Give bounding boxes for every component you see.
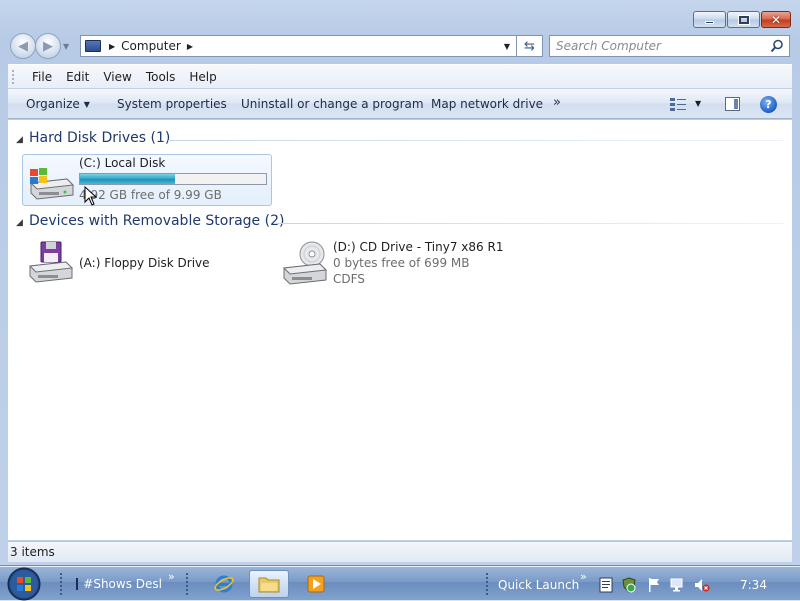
breadcrumb-computer[interactable]: Computer: [121, 39, 181, 53]
menu-view[interactable]: View: [96, 70, 138, 84]
menu-help[interactable]: Help: [182, 70, 223, 84]
menu-tools[interactable]: Tools: [139, 70, 183, 84]
minimize-button[interactable]: [693, 11, 726, 28]
group-header-removable[interactable]: ◢ Devices with Removable Storage (2): [8, 213, 784, 233]
taskbar-task-shows-desktop[interactable]: #Shows Desl: [76, 571, 162, 597]
drive-file-system: CDFS: [333, 272, 365, 286]
collapse-triangle-icon[interactable]: ◢: [16, 135, 23, 145]
drive-free-space: 0 bytes free of 699 MB: [333, 256, 470, 270]
breadcrumb-chevron-icon[interactable]: ▶: [187, 42, 193, 51]
breadcrumb-chevron-icon[interactable]: ▶: [109, 42, 115, 51]
refresh-button[interactable]: ⇆: [517, 35, 543, 57]
drive-name: (A:) Floppy Disk Drive: [79, 256, 210, 270]
mouse-cursor-icon: [84, 186, 98, 206]
group-divider: [168, 140, 784, 141]
refresh-icon: ⇆: [524, 38, 535, 54]
media-player-icon: [307, 575, 325, 593]
drive-a-tile[interactable]: (A:) Floppy Disk Drive: [22, 238, 272, 288]
content-area: ◢ Hard Disk Drives (1) (C:) Local Disk 4…: [8, 120, 792, 540]
organize-button[interactable]: Organize ▼: [26, 97, 90, 111]
change-view-icon[interactable]: [670, 98, 686, 111]
folder-icon: [258, 577, 280, 593]
navigation-buttons: ◀ ▶ ▼: [10, 33, 69, 59]
back-button[interactable]: ◀: [10, 33, 36, 59]
overflow-chevron-icon[interactable]: »: [168, 570, 175, 583]
recent-pages-dropdown[interactable]: ▼: [63, 42, 69, 51]
drive-name: (C:) Local Disk: [79, 156, 166, 170]
task-label: #Shows Desl: [83, 577, 162, 591]
chevron-down-icon: ▼: [83, 100, 90, 109]
computer-icon: [85, 40, 101, 52]
collapse-triangle-icon[interactable]: ◢: [16, 218, 23, 228]
start-button[interactable]: [4, 567, 44, 601]
command-bar: Organize ▼ System properties Uninstall or…: [8, 88, 792, 119]
search-icon[interactable]: [770, 39, 784, 53]
help-icon[interactable]: ?: [760, 96, 777, 113]
windows-explorer-button[interactable]: [249, 570, 289, 598]
group-title: Hard Disk Drives (1): [29, 130, 171, 146]
group-title: Devices with Removable Storage (2): [29, 213, 285, 229]
menu-bar: File Edit View Tools Help: [8, 64, 792, 88]
close-button[interactable]: ✕: [761, 11, 791, 28]
security-shield-icon[interactable]: [621, 577, 637, 593]
map-network-drive-button[interactable]: Map network drive: [431, 97, 543, 111]
maximize-icon: [738, 15, 749, 24]
menu-file[interactable]: File: [25, 70, 59, 84]
search-box[interactable]: [549, 35, 790, 57]
item-count: 3 items: [10, 545, 55, 559]
caption-buttons: ✕: [693, 11, 791, 28]
maximize-button[interactable]: [727, 11, 760, 28]
search-input[interactable]: [550, 36, 760, 56]
floppy-drive-icon: [28, 241, 74, 283]
network-icon[interactable]: [670, 577, 686, 593]
menu-grip[interactable]: [12, 69, 15, 84]
forward-button[interactable]: ▶: [35, 33, 61, 59]
cd-drive-icon: [282, 241, 328, 285]
action-center-flag-icon[interactable]: [646, 577, 662, 593]
document-icon[interactable]: [598, 577, 614, 593]
toolbar-grip[interactable]: [186, 573, 189, 595]
back-arrow-icon: ◀: [18, 38, 28, 54]
preview-pane-icon[interactable]: [725, 97, 740, 111]
internet-explorer-button[interactable]: [204, 570, 244, 598]
toolbar-grip[interactable]: [60, 573, 63, 595]
group-header-hard-disks[interactable]: ◢ Hard Disk Drives (1): [8, 130, 784, 150]
minimize-icon: [705, 20, 714, 24]
explorer-window: ✕ ◀ ▶ ▼ ▶ Computer ▶ ▼ ⇆ File Edit View …: [0, 0, 800, 566]
close-icon: ✕: [770, 12, 782, 27]
overflow-chevron-icon[interactable]: »: [580, 570, 587, 583]
disk-usage-bar: [79, 173, 267, 185]
hard-drive-icon: [29, 168, 75, 200]
group-divider: [276, 223, 784, 224]
forward-arrow-icon: ▶: [43, 38, 53, 54]
internet-explorer-icon: [214, 575, 234, 593]
volume-muted-icon[interactable]: [694, 577, 710, 593]
taskbar: #Shows Desl » Quick Launch » 7:34: [0, 566, 800, 601]
desktop-icon: [76, 578, 79, 590]
disk-usage-fill: [80, 174, 175, 184]
address-bar[interactable]: ▶ Computer ▶ ▼: [80, 35, 517, 57]
quick-launch-label[interactable]: Quick Launch: [498, 578, 579, 592]
uninstall-program-button[interactable]: Uninstall or change a program: [241, 97, 424, 111]
address-dropdown-icon[interactable]: ▼: [504, 42, 510, 51]
drive-free-space: 4.92 GB free of 9.99 GB: [79, 188, 222, 202]
drive-d-tile[interactable]: (D:) CD Drive - Tiny7 x86 R1 0 bytes fre…: [276, 238, 526, 288]
toolbar-grip[interactable]: [486, 573, 489, 595]
view-options-dropdown-icon[interactable]: ▼: [695, 99, 701, 108]
system-properties-button[interactable]: System properties: [117, 97, 227, 111]
clock[interactable]: 7:34: [740, 578, 767, 592]
menu-edit[interactable]: Edit: [59, 70, 96, 84]
media-player-button[interactable]: [296, 570, 336, 598]
more-commands-button[interactable]: »: [553, 95, 561, 110]
status-bar: 3 items: [8, 541, 792, 562]
organize-label: Organize: [26, 97, 80, 111]
drive-c-tile[interactable]: (C:) Local Disk 4.92 GB free of 9.99 GB: [22, 154, 272, 206]
drive-name: (D:) CD Drive - Tiny7 x86 R1: [333, 240, 504, 254]
